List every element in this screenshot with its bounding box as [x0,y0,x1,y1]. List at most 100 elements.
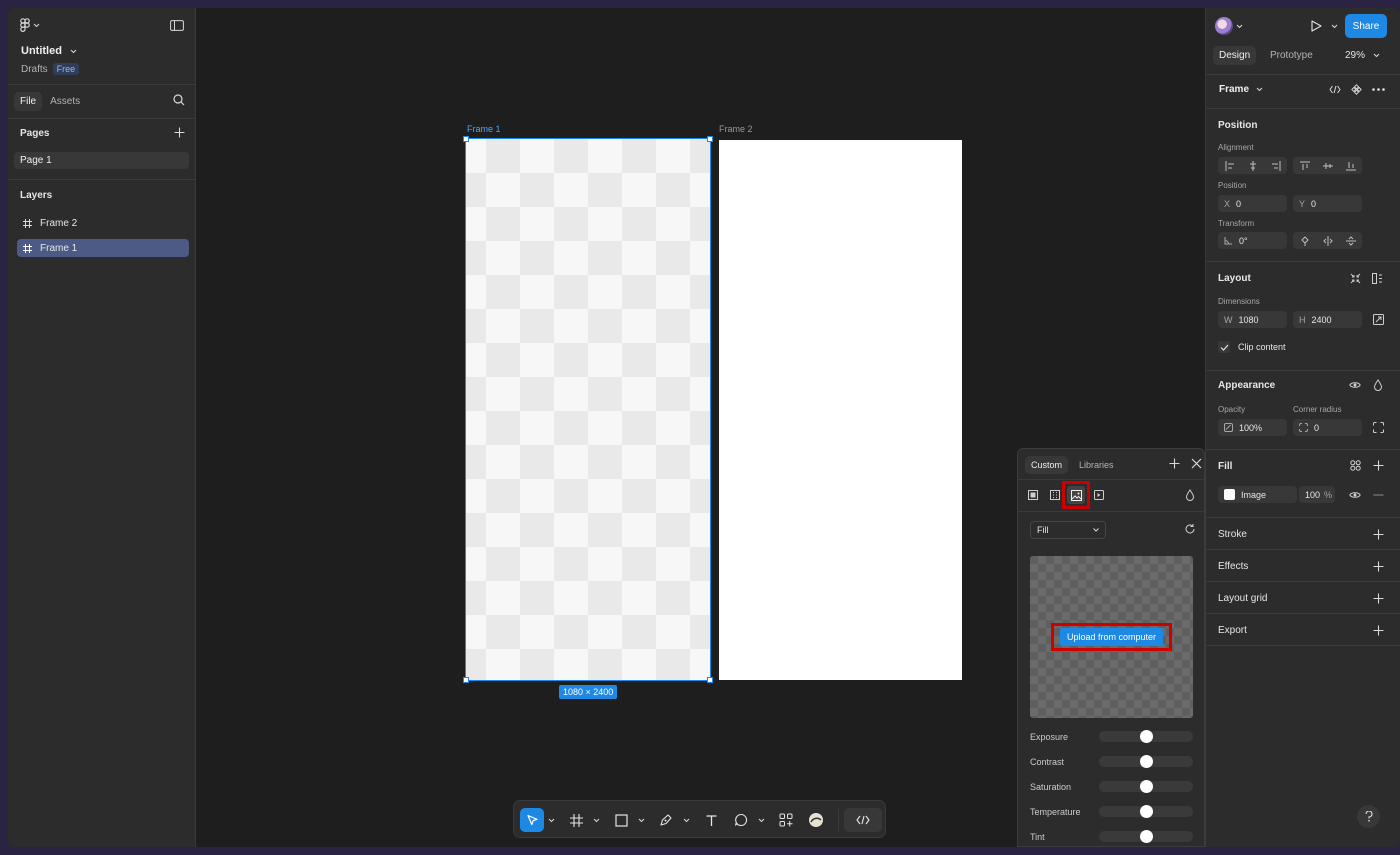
eye-icon[interactable] [1349,381,1361,389]
resize-handle[interactable] [463,136,469,142]
help-button[interactable] [1357,805,1380,828]
align-left-icon[interactable] [1225,160,1235,171]
chevron-down-icon[interactable] [637,808,645,832]
selection-type-menu[interactable]: Frame [1219,84,1263,95]
resize-handle[interactable] [707,677,713,683]
text-tool-button[interactable] [699,808,723,832]
tab-custom[interactable]: Custom [1025,456,1069,474]
blend-mode-icon[interactable] [1185,489,1195,501]
auto-layout-icon[interactable] [1372,273,1383,284]
frame-1-label[interactable]: Frame 1 [467,124,501,134]
rotate-icon[interactable] [1300,235,1310,246]
frame-2-label[interactable]: Frame 2 [719,124,753,134]
remove-fill-icon[interactable] [1373,494,1384,496]
tab-assets[interactable]: Assets [44,92,86,111]
pen-tool-button[interactable] [654,808,678,832]
constrain-proportions-icon[interactable] [1373,314,1384,325]
slider-thumb[interactable] [1140,830,1153,843]
x-position-input[interactable]: X 0 [1218,195,1287,212]
slider-thumb[interactable] [1140,730,1153,743]
share-button[interactable]: Share [1345,14,1387,38]
add-export-icon[interactable] [1373,625,1384,636]
code-icon[interactable] [1329,85,1341,94]
fill-type-field[interactable]: Image [1218,486,1297,503]
image-fill-tab-highlight[interactable] [1062,481,1090,509]
blend-mode-icon[interactable] [1373,379,1383,391]
comment-tool-button[interactable] [729,808,753,832]
shrink-icon[interactable] [1350,273,1361,284]
plugin-button[interactable] [804,808,828,832]
align-bottom-icon[interactable] [1345,161,1356,171]
checkbox-checked[interactable] [1218,341,1230,353]
add-page-icon[interactable] [174,127,185,138]
flip-horizontal-icon[interactable] [1322,235,1333,246]
move-tool-button[interactable] [520,808,544,832]
rotation-input[interactable]: 0° [1218,232,1287,249]
frame-1[interactable] [465,138,711,681]
corner-radius-input[interactable]: 0 [1293,419,1362,436]
page-item[interactable]: Page 1 [14,152,189,169]
slider-thumb[interactable] [1140,755,1153,768]
avatar[interactable] [1215,17,1233,35]
styles-grid-icon[interactable] [1350,460,1361,471]
align-top-icon[interactable] [1299,161,1310,171]
component-icon[interactable] [1351,84,1362,95]
tab-prototype[interactable]: Prototype [1264,46,1319,65]
add-stroke-icon[interactable] [1373,529,1384,540]
add-style-icon[interactable] [1169,458,1180,469]
eye-icon[interactable] [1349,491,1361,499]
frame-tool-button[interactable] [564,808,588,832]
resize-handle[interactable] [707,136,713,142]
present-play-icon[interactable] [1311,20,1322,32]
dev-mode-toggle[interactable] [844,808,882,832]
slider-thumb[interactable] [1140,780,1153,793]
clip-content-checkbox[interactable]: Clip content [1218,341,1286,353]
upload-from-computer-button[interactable]: Upload from computer [1059,628,1164,646]
add-layout-grid-icon[interactable] [1373,593,1384,604]
resize-handle[interactable] [463,677,469,683]
chevron-down-icon[interactable] [757,808,765,832]
contrast-slider[interactable] [1099,755,1193,768]
add-fill-icon[interactable] [1373,460,1384,471]
file-title-button[interactable]: Untitled [21,45,77,57]
tint-slider[interactable] [1099,830,1193,843]
fill-swatch[interactable] [1224,489,1235,500]
temperature-slider[interactable] [1099,805,1193,818]
gradient-fill-icon[interactable] [1050,490,1060,500]
chevron-down-icon[interactable] [1331,24,1338,29]
height-input[interactable]: H 2400 [1293,311,1362,328]
image-fill-button[interactable] [1067,486,1085,504]
zoom-menu[interactable]: 29% [1345,50,1380,61]
tab-design[interactable]: Design [1213,46,1257,65]
upload-highlight[interactable]: Upload from computer [1051,623,1172,651]
exposure-slider[interactable] [1099,730,1193,743]
add-effect-icon[interactable] [1373,561,1384,572]
align-right-icon[interactable] [1271,160,1281,171]
opacity-input[interactable]: 100% [1218,419,1287,436]
fill-opacity-input[interactable]: 100 % [1299,486,1335,503]
saturation-slider[interactable] [1099,780,1193,793]
toggle-sidebar-icon[interactable] [170,20,184,31]
solid-fill-icon[interactable] [1028,490,1038,500]
align-center-vertical-icon[interactable] [1322,161,1333,171]
rectangle-tool-button[interactable] [609,808,633,832]
close-icon[interactable] [1191,458,1202,469]
tab-file[interactable]: File [14,92,43,111]
more-options-icon[interactable] [1372,88,1385,91]
tab-libraries[interactable]: Libraries [1073,456,1120,474]
frame-2[interactable] [719,140,962,680]
slider-thumb[interactable] [1140,805,1153,818]
y-position-input[interactable]: Y 0 [1293,195,1362,212]
independent-corners-icon[interactable] [1373,422,1384,433]
flip-vertical-icon[interactable] [1345,235,1356,246]
width-input[interactable]: W 1080 [1218,311,1287,328]
account-menu[interactable] [1215,17,1243,35]
drafts-link[interactable]: Drafts [21,64,48,75]
main-menu-button[interactable] [20,18,40,32]
image-preview[interactable]: Upload from computer [1030,556,1193,718]
fill-mode-select[interactable]: Fill [1030,521,1106,539]
rotate-image-icon[interactable] [1184,523,1196,535]
chevron-down-icon[interactable] [547,808,555,832]
chevron-down-icon[interactable] [682,808,690,832]
chevron-down-icon[interactable] [592,808,600,832]
